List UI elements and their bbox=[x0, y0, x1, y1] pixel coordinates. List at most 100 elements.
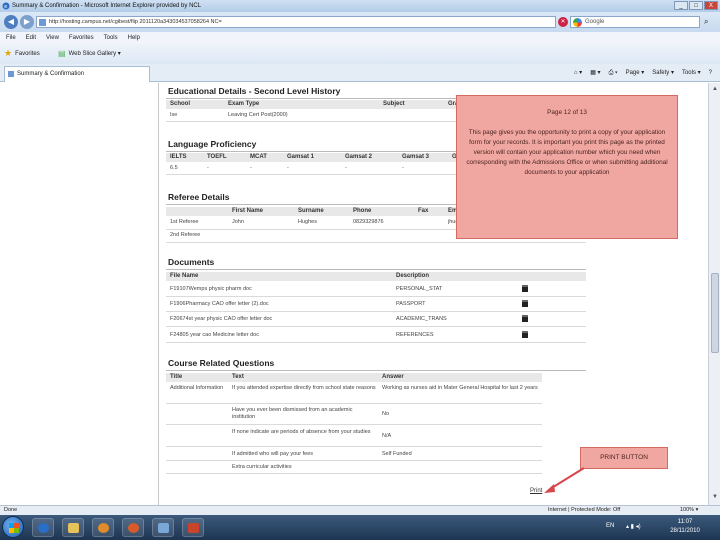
stop-icon[interactable]: ✕ bbox=[558, 17, 568, 27]
download-icon[interactable] bbox=[522, 315, 528, 322]
taskbar-media-icon[interactable] bbox=[92, 518, 114, 537]
scroll-down-icon[interactable]: ▼ bbox=[711, 493, 719, 501]
referee-cell: John bbox=[232, 219, 244, 225]
taskbar-paint-icon[interactable] bbox=[152, 518, 174, 537]
taskbar-explorer-icon[interactable] bbox=[62, 518, 84, 537]
minimize-button[interactable]: _ bbox=[674, 1, 688, 10]
print-icon[interactable]: ⎙ ▾ bbox=[609, 67, 618, 79]
favorites-label: Favorites bbox=[15, 50, 40, 57]
education-cell: Leaving Cert Post(2000) bbox=[228, 112, 288, 118]
forward-button[interactable]: ▶ bbox=[20, 15, 34, 29]
maximize-button[interactable]: □ bbox=[689, 1, 703, 10]
favorites-button[interactable]: ★ Favorites bbox=[4, 49, 40, 58]
search-icon[interactable]: ⌕ bbox=[704, 17, 708, 27]
vertical-scrollbar[interactable]: ▲ ▼ bbox=[708, 83, 720, 505]
language-header-mcat: MCAT bbox=[250, 154, 267, 160]
document-description: ACADEMIC_TRANS bbox=[396, 316, 447, 322]
command-page[interactable]: Page ▾ bbox=[626, 67, 645, 79]
svg-text:e: e bbox=[4, 4, 7, 10]
taskbar: EN ▴ ▮ ◂) 11:07 28/11/2010 bbox=[0, 515, 720, 540]
clock-time: 11:07 bbox=[677, 519, 693, 525]
ie-logo-icon: e bbox=[2, 2, 10, 10]
tab-summary[interactable]: Summary & Confirmation bbox=[4, 66, 150, 82]
menu-help[interactable]: Help bbox=[128, 32, 140, 44]
search-placeholder: Google bbox=[585, 19, 605, 25]
menu-tools[interactable]: Tools bbox=[104, 32, 118, 44]
scroll-up-icon[interactable]: ▲ bbox=[711, 85, 719, 93]
referee-cell: 1st Referee bbox=[170, 219, 199, 225]
language-cell: - bbox=[345, 165, 347, 171]
language-header-gamsat-1: Gamsat 1 bbox=[287, 154, 315, 160]
page-icon bbox=[8, 71, 14, 77]
taskbar-ie-icon[interactable] bbox=[32, 518, 54, 537]
course-answer: Self Funded bbox=[382, 451, 412, 457]
menu-file[interactable]: File bbox=[6, 32, 16, 44]
course-question: If admitted who will pay your fees bbox=[232, 451, 314, 457]
taskbar-firefox-icon[interactable] bbox=[122, 518, 144, 537]
referee-header-first-name: First Name bbox=[232, 208, 264, 214]
zoom-level[interactable]: 100% ▾ bbox=[680, 506, 698, 515]
address-url: http://hosting.campus.net/cgibest/flip 2… bbox=[49, 19, 222, 25]
download-icon[interactable] bbox=[522, 331, 528, 338]
course-answer: Working as nurses aid in Mater General H… bbox=[382, 385, 538, 391]
document-file-name[interactable]: F19107Wemps physic pharm doc bbox=[170, 286, 252, 292]
document-file-name[interactable]: F24805 year cao Medicine letter doc bbox=[170, 332, 259, 338]
menu-bar: File Edit View Favorites Tools Help bbox=[0, 32, 720, 44]
course-answer: N/A bbox=[382, 433, 392, 439]
menu-favorites[interactable]: Favorites bbox=[69, 32, 94, 44]
address-bar[interactable]: http://hosting.campus.net/cgibest/flip 2… bbox=[36, 16, 556, 28]
status-bar: Done Internet | Protected Mode: Off 100%… bbox=[0, 505, 720, 515]
language-header-gamsat-3: Gamsat 3 bbox=[402, 154, 430, 160]
download-icon[interactable] bbox=[522, 300, 528, 307]
status-text: Done bbox=[4, 507, 18, 513]
referee-heading: Referee Details bbox=[168, 192, 230, 202]
command-tools[interactable]: Tools ▾ bbox=[682, 67, 701, 79]
star-icon: ★ bbox=[4, 48, 13, 58]
referee-cell: 0829329876 bbox=[353, 219, 384, 225]
document-file-name[interactable]: F1906Pharmacy CAO offer letter (2).doc bbox=[170, 301, 269, 307]
education-heading: Educational Details - Second Level Histo… bbox=[168, 86, 341, 96]
google-icon bbox=[573, 18, 582, 27]
scroll-thumb[interactable] bbox=[711, 273, 719, 353]
education-header-exam-type: Exam Type bbox=[228, 101, 260, 107]
referee-header-fax: Fax bbox=[418, 208, 429, 214]
home-icon[interactable]: ⌂ ▾ bbox=[574, 67, 582, 79]
security-zone: Internet | Protected Mode: Off bbox=[548, 507, 621, 513]
menu-edit[interactable]: Edit bbox=[26, 32, 36, 44]
callout-arrow-icon bbox=[544, 467, 585, 493]
language-indicator[interactable]: EN bbox=[606, 523, 614, 529]
close-button[interactable]: X bbox=[704, 1, 718, 10]
course-question: If you attended expertise directly from … bbox=[232, 385, 376, 391]
info-text: This page gives you the opportunity to p… bbox=[466, 129, 668, 176]
command-help[interactable]: ? bbox=[709, 67, 712, 79]
search-input[interactable]: Google bbox=[570, 16, 700, 28]
clock[interactable]: 11:07 28/11/2010 bbox=[660, 518, 710, 536]
download-icon[interactable] bbox=[522, 285, 528, 292]
taskbar-powerpoint-icon[interactable] bbox=[182, 518, 204, 537]
documents-heading: Documents bbox=[168, 257, 215, 267]
referee-header-surname: Surname bbox=[298, 208, 324, 214]
course-question: Have you ever been dismissed from an aca… bbox=[232, 407, 353, 420]
command-safety[interactable]: Safety ▾ bbox=[652, 67, 674, 79]
course-question: Extra curricular activities bbox=[232, 464, 292, 470]
web-slice-gallery-button[interactable]: ▤ Web Slice Gallery ▾ bbox=[58, 49, 121, 58]
language-cell: - bbox=[402, 165, 404, 171]
language-header-gamsat-2: Gamsat 2 bbox=[345, 154, 373, 160]
documents-header-file-name: File Name bbox=[170, 273, 199, 279]
print-link[interactable]: Print bbox=[530, 488, 542, 494]
clock-date: 28/11/2010 bbox=[670, 528, 700, 534]
back-button[interactable]: ◀ bbox=[4, 15, 18, 29]
menu-view[interactable]: View bbox=[46, 32, 59, 44]
feeds-icon[interactable]: ▦ ▾ bbox=[590, 67, 600, 79]
window-title-bar: e Summary & Confirmation - Microsoft Int… bbox=[0, 0, 720, 12]
referee-cell: 2nd Referee bbox=[170, 232, 201, 238]
start-button[interactable] bbox=[2, 516, 24, 538]
windows-logo-icon bbox=[9, 523, 19, 533]
course-header-title: Title bbox=[170, 374, 183, 380]
document-description: PASSPORT bbox=[396, 301, 426, 307]
tray-icons[interactable]: ▴ ▮ ◂) bbox=[626, 523, 641, 530]
document-description: PERSONAL_STAT bbox=[396, 286, 443, 292]
document-file-name[interactable]: F20674st year physic CAO offer letter do… bbox=[170, 316, 272, 322]
system-tray: EN ▴ ▮ ◂) 11:07 28/11/2010 bbox=[600, 515, 720, 540]
referee-header-phone: Phone bbox=[353, 208, 372, 214]
